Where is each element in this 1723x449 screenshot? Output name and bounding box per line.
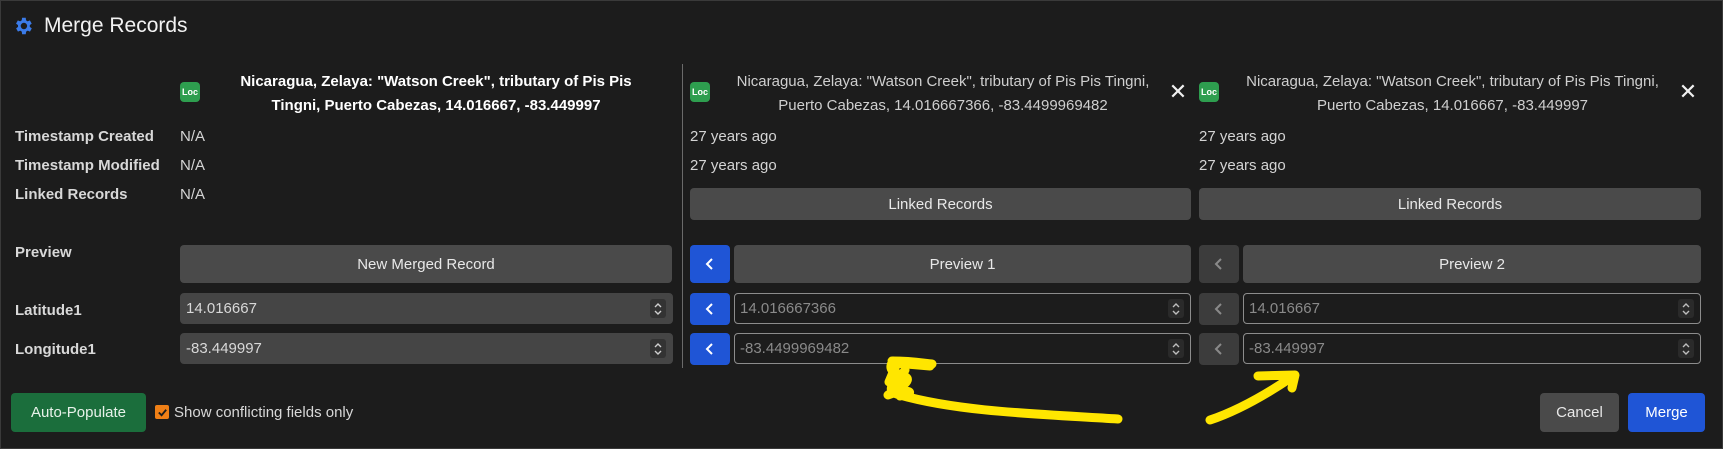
record1-title: Nicaragua, Zelaya: "Watson Creek", tribu… xyxy=(736,73,1150,114)
label-timestamp-modified: Timestamp Modified xyxy=(15,157,160,174)
cancel-button[interactable]: Cancel xyxy=(1540,393,1619,432)
show-conflicting-checkbox[interactable] xyxy=(155,405,169,419)
auto-populate-button[interactable]: Auto-Populate xyxy=(11,393,146,432)
record1-use-preview-chevron-left-icon[interactable] xyxy=(690,245,730,283)
record2-use-latitude-chevron-left-icon[interactable] xyxy=(1199,293,1239,325)
show-conflicting-label: Show conflicting fields only xyxy=(174,404,354,421)
record2-longitude-input[interactable]: -83.449997 xyxy=(1243,333,1701,364)
preview-1-button[interactable]: Preview 1 xyxy=(734,245,1191,283)
label-timestamp-created: Timestamp Created xyxy=(15,128,154,145)
record2-use-preview-chevron-left-icon[interactable] xyxy=(1199,245,1239,283)
spinner-icon[interactable] xyxy=(1678,339,1694,358)
record1-timestamp-modified: 27 years ago xyxy=(690,157,777,174)
preview-2-button[interactable]: Preview 2 xyxy=(1243,245,1701,283)
remove-record1-close-icon[interactable]: ✕ xyxy=(1167,81,1189,103)
label-longitude: Longitude1 xyxy=(15,341,96,358)
spinner-icon[interactable] xyxy=(1168,299,1184,318)
record2-latitude-input[interactable]: 14.016667 xyxy=(1243,293,1701,324)
spinner-icon[interactable] xyxy=(1168,339,1184,358)
merged-longitude-input[interactable]: -83.449997 xyxy=(180,333,673,364)
gear-icon xyxy=(16,17,32,35)
spinner-icon[interactable] xyxy=(650,299,666,318)
merged-timestamp-created: N/A xyxy=(180,128,206,145)
locality-badge-icon: Loc xyxy=(1199,82,1219,102)
record2-linked-records-button[interactable]: Linked Records xyxy=(1199,188,1701,220)
remove-record2-close-icon[interactable]: ✕ xyxy=(1677,81,1699,103)
merge-dialog xyxy=(0,0,1723,449)
merged-linked-records: N/A xyxy=(180,186,206,203)
new-merged-record-button[interactable]: New Merged Record xyxy=(180,245,672,283)
dialog-title-bar: Merge Records xyxy=(12,14,188,38)
spinner-icon[interactable] xyxy=(650,339,666,358)
record1-linked-records-button[interactable]: Linked Records xyxy=(690,188,1191,220)
record2-timestamp-modified: 27 years ago xyxy=(1199,157,1286,174)
page-title: Merge Records xyxy=(44,14,188,37)
record2-title: Nicaragua, Zelaya: "Watson Creek", tribu… xyxy=(1246,73,1659,114)
locality-badge-icon: Loc xyxy=(690,82,710,102)
record2-timestamp-created: 27 years ago xyxy=(1199,128,1286,145)
record1-use-latitude-chevron-left-icon[interactable] xyxy=(690,293,730,325)
label-preview: Preview xyxy=(15,244,72,261)
record1-use-longitude-chevron-left-icon[interactable] xyxy=(690,333,730,365)
record1-longitude-input[interactable]: -83.4499969482 xyxy=(734,333,1191,364)
checkmark-icon xyxy=(157,408,167,417)
merge-button[interactable]: Merge xyxy=(1628,393,1705,432)
record1-latitude-input[interactable]: 14.016667366 xyxy=(734,293,1191,324)
merged-timestamp-modified: N/A xyxy=(180,157,206,174)
merged-record-title: Nicaragua, Zelaya: "Watson Creek", tribu… xyxy=(240,73,632,114)
locality-badge-icon: Loc xyxy=(180,82,200,102)
record2-use-longitude-chevron-left-icon[interactable] xyxy=(1199,333,1239,365)
label-latitude: Latitude1 xyxy=(15,302,82,319)
spinner-icon[interactable] xyxy=(1678,299,1694,318)
label-linked-records: Linked Records xyxy=(15,186,128,203)
column-divider xyxy=(682,64,683,368)
merged-latitude-input[interactable]: 14.016667 xyxy=(180,293,673,324)
record1-timestamp-created: 27 years ago xyxy=(690,128,777,145)
